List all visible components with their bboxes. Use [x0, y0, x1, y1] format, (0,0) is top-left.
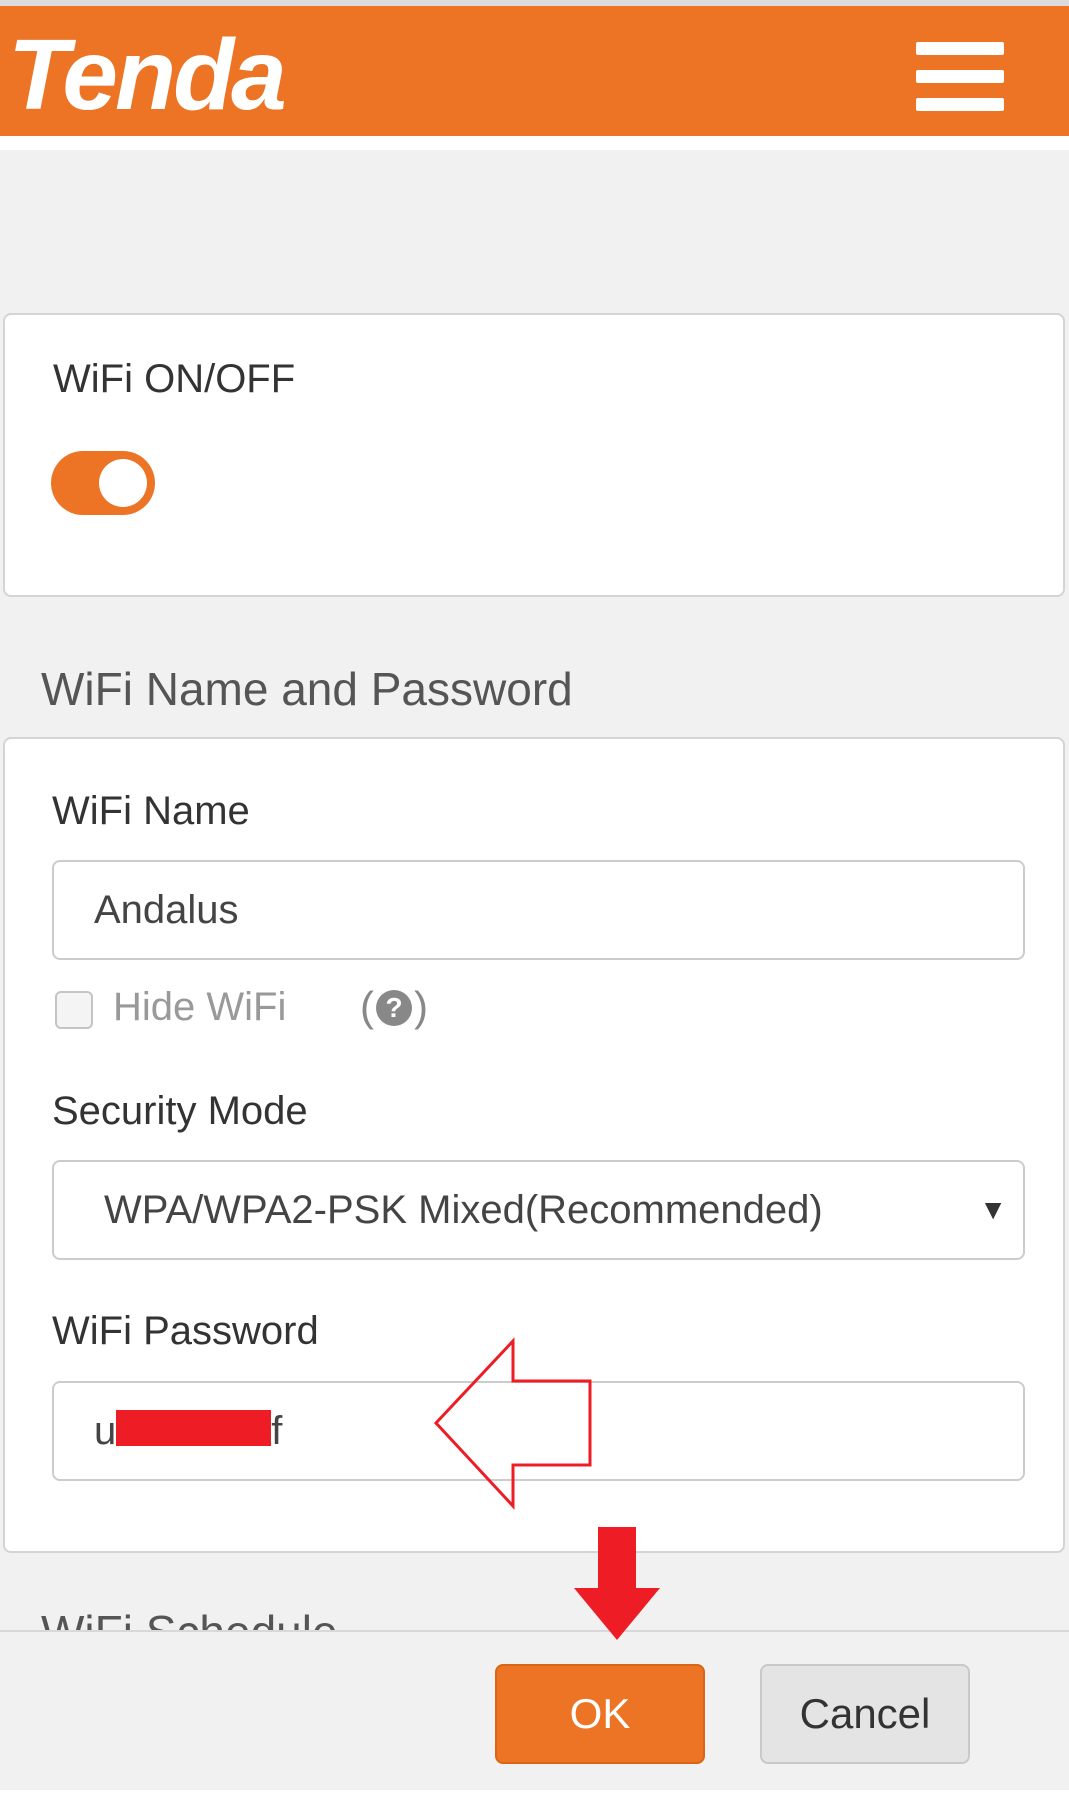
annotation-overlay	[433, 1337, 660, 1640]
outline-arrow-left-icon	[433, 1337, 592, 1510]
red-arrow-down-icon	[574, 1527, 660, 1640]
